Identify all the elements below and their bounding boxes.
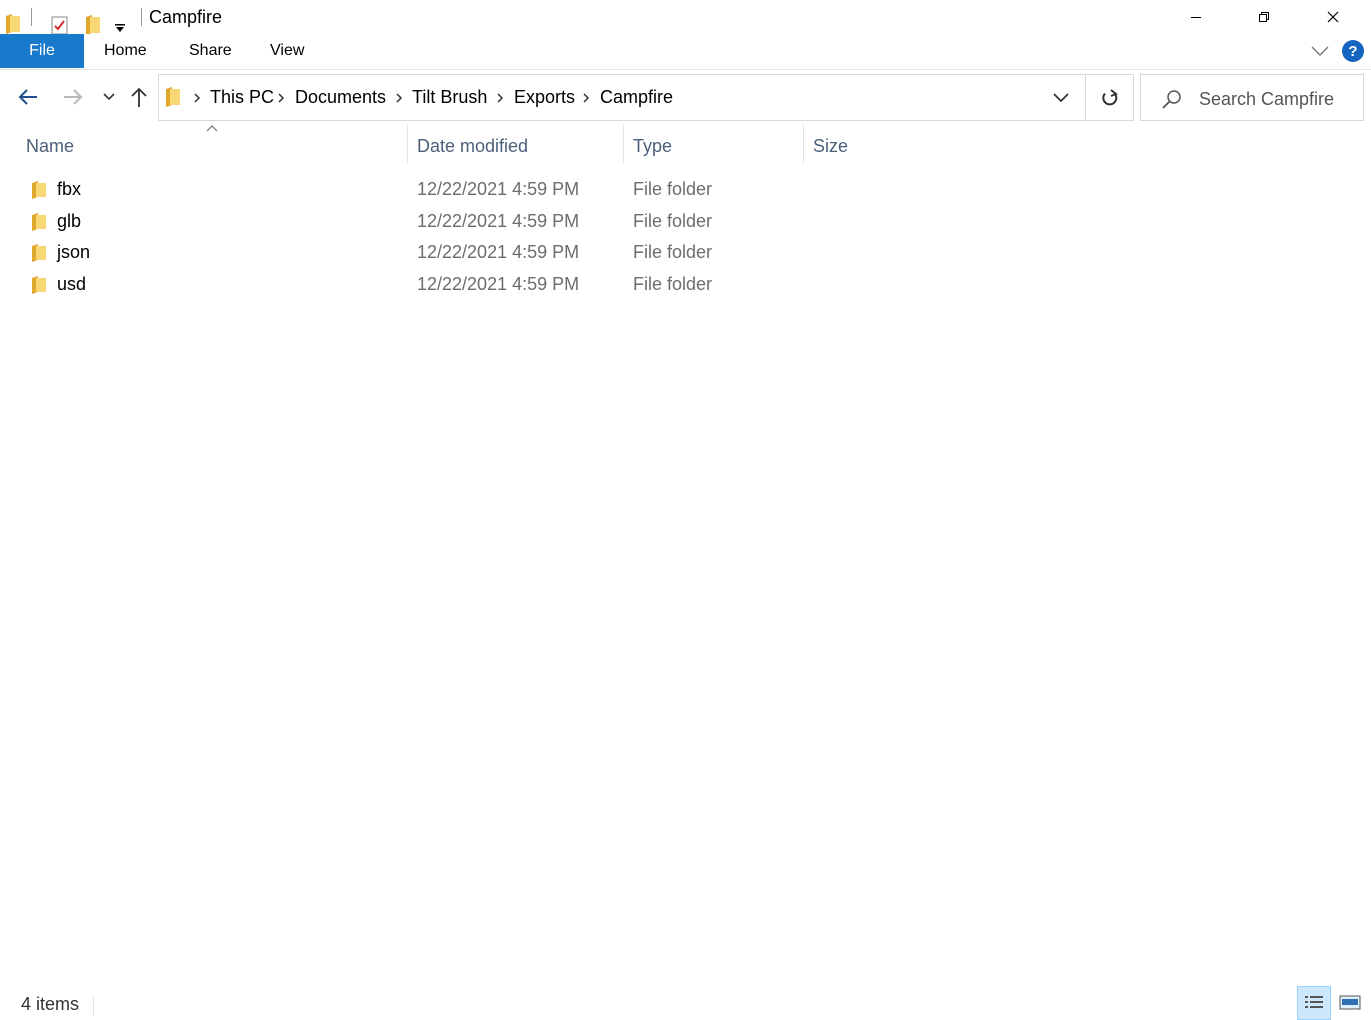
file-name: glb <box>57 211 82 231</box>
file-row[interactable]: usd 12/22/2021 4:59 PM File folder <box>20 270 740 301</box>
chevron-down-icon <box>1053 93 1069 103</box>
status-separator <box>93 996 94 1016</box>
tab-share[interactable]: Share <box>189 34 232 68</box>
address-bar[interactable]: This PC Documents Tilt Brush Exports Cam… <box>158 74 1086 121</box>
file-type: File folder <box>633 179 713 199</box>
breadcrumb-documents[interactable]: Documents <box>295 87 386 108</box>
chevron-right-icon[interactable] <box>496 92 504 104</box>
column-divider[interactable] <box>623 124 624 164</box>
tab-file[interactable]: File <box>0 34 84 68</box>
folder-icon <box>32 213 46 231</box>
chevron-down-icon <box>1311 46 1329 56</box>
recent-locations-button[interactable] <box>95 83 123 111</box>
qat-separator <box>31 8 32 26</box>
restore-icon <box>1259 12 1269 22</box>
chevron-right-icon[interactable] <box>193 92 201 104</box>
file-row[interactable]: json 12/22/2021 4:59 PM File folder <box>20 238 740 269</box>
chevron-right-icon[interactable] <box>395 92 403 104</box>
chevron-right-icon[interactable] <box>582 92 590 104</box>
address-history-button[interactable] <box>1050 86 1072 108</box>
file-name: usd <box>57 274 87 294</box>
file-row[interactable]: glb 12/22/2021 4:59 PM File folder <box>20 207 740 238</box>
navigation-bar: This PC Documents Tilt Brush Exports Cam… <box>0 71 1371 123</box>
file-type: File folder <box>633 242 713 262</box>
folder-icon <box>164 87 180 112</box>
arrow-up-icon <box>131 87 147 107</box>
breadcrumb-campfire[interactable]: Campfire <box>600 87 673 108</box>
large-icons-view-icon <box>1339 995 1361 1010</box>
file-type: File folder <box>633 211 713 231</box>
arrow-right-icon <box>64 89 83 105</box>
back-button[interactable] <box>14 83 42 111</box>
chevron-right-icon[interactable] <box>277 92 285 104</box>
breadcrumb-this-pc[interactable]: This PC <box>210 87 274 108</box>
large-icons-view-button[interactable] <box>1333 986 1367 1020</box>
file-type: File folder <box>633 274 713 294</box>
file-row[interactable]: fbx 12/22/2021 4:59 PM File folder <box>20 175 740 206</box>
column-header-size[interactable]: Size <box>813 124 933 168</box>
title-separator <box>141 8 142 26</box>
breadcrumb-tilt-brush[interactable]: Tilt Brush <box>412 87 487 108</box>
expand-ribbon-button[interactable] <box>1308 40 1332 62</box>
forward-button[interactable] <box>59 83 87 111</box>
title-bar: Campfire <box>0 0 1371 35</box>
search-box[interactable] <box>1140 74 1364 121</box>
restore-button[interactable] <box>1230 0 1298 34</box>
file-name: fbx <box>57 179 82 199</box>
chevron-down-icon <box>103 93 115 101</box>
file-date: 12/22/2021 4:59 PM <box>417 211 580 231</box>
file-date: 12/22/2021 4:59 PM <box>417 179 580 199</box>
details-view-icon <box>1305 996 1323 1008</box>
close-button[interactable] <box>1299 0 1367 34</box>
file-date: 12/22/2021 4:59 PM <box>417 274 580 294</box>
column-header-name[interactable]: Name <box>26 124 406 168</box>
tab-view[interactable]: View <box>270 34 304 68</box>
arrow-left-icon <box>18 89 37 105</box>
folder-icon <box>32 181 46 199</box>
search-icon <box>1162 90 1181 109</box>
minimize-button[interactable] <box>1162 0 1230 34</box>
folder-icon <box>32 244 46 262</box>
refresh-icon <box>1101 88 1118 105</box>
help-button[interactable]: ? <box>1342 40 1364 62</box>
column-header-type[interactable]: Type <box>633 124 803 168</box>
refresh-button[interactable] <box>1086 74 1134 121</box>
minimize-icon <box>1191 17 1201 18</box>
status-bar: 4 items <box>0 984 1371 1020</box>
tab-home[interactable]: Home <box>104 34 147 68</box>
up-button[interactable] <box>125 83 153 111</box>
ribbon: File Home Share View ? <box>0 34 1371 70</box>
column-header-date-modified[interactable]: Date modified <box>417 124 622 168</box>
details-view-button[interactable] <box>1297 986 1331 1020</box>
file-date: 12/22/2021 4:59 PM <box>417 242 580 262</box>
folder-icon <box>32 276 46 294</box>
close-icon <box>1327 11 1339 23</box>
column-divider[interactable] <box>407 124 408 164</box>
search-input[interactable] <box>1199 87 1359 111</box>
item-count: 4 items <box>21 994 80 1014</box>
window-title: Campfire <box>149 7 223 27</box>
file-name: json <box>57 242 91 262</box>
breadcrumb-exports[interactable]: Exports <box>514 87 575 108</box>
column-divider[interactable] <box>803 124 804 164</box>
